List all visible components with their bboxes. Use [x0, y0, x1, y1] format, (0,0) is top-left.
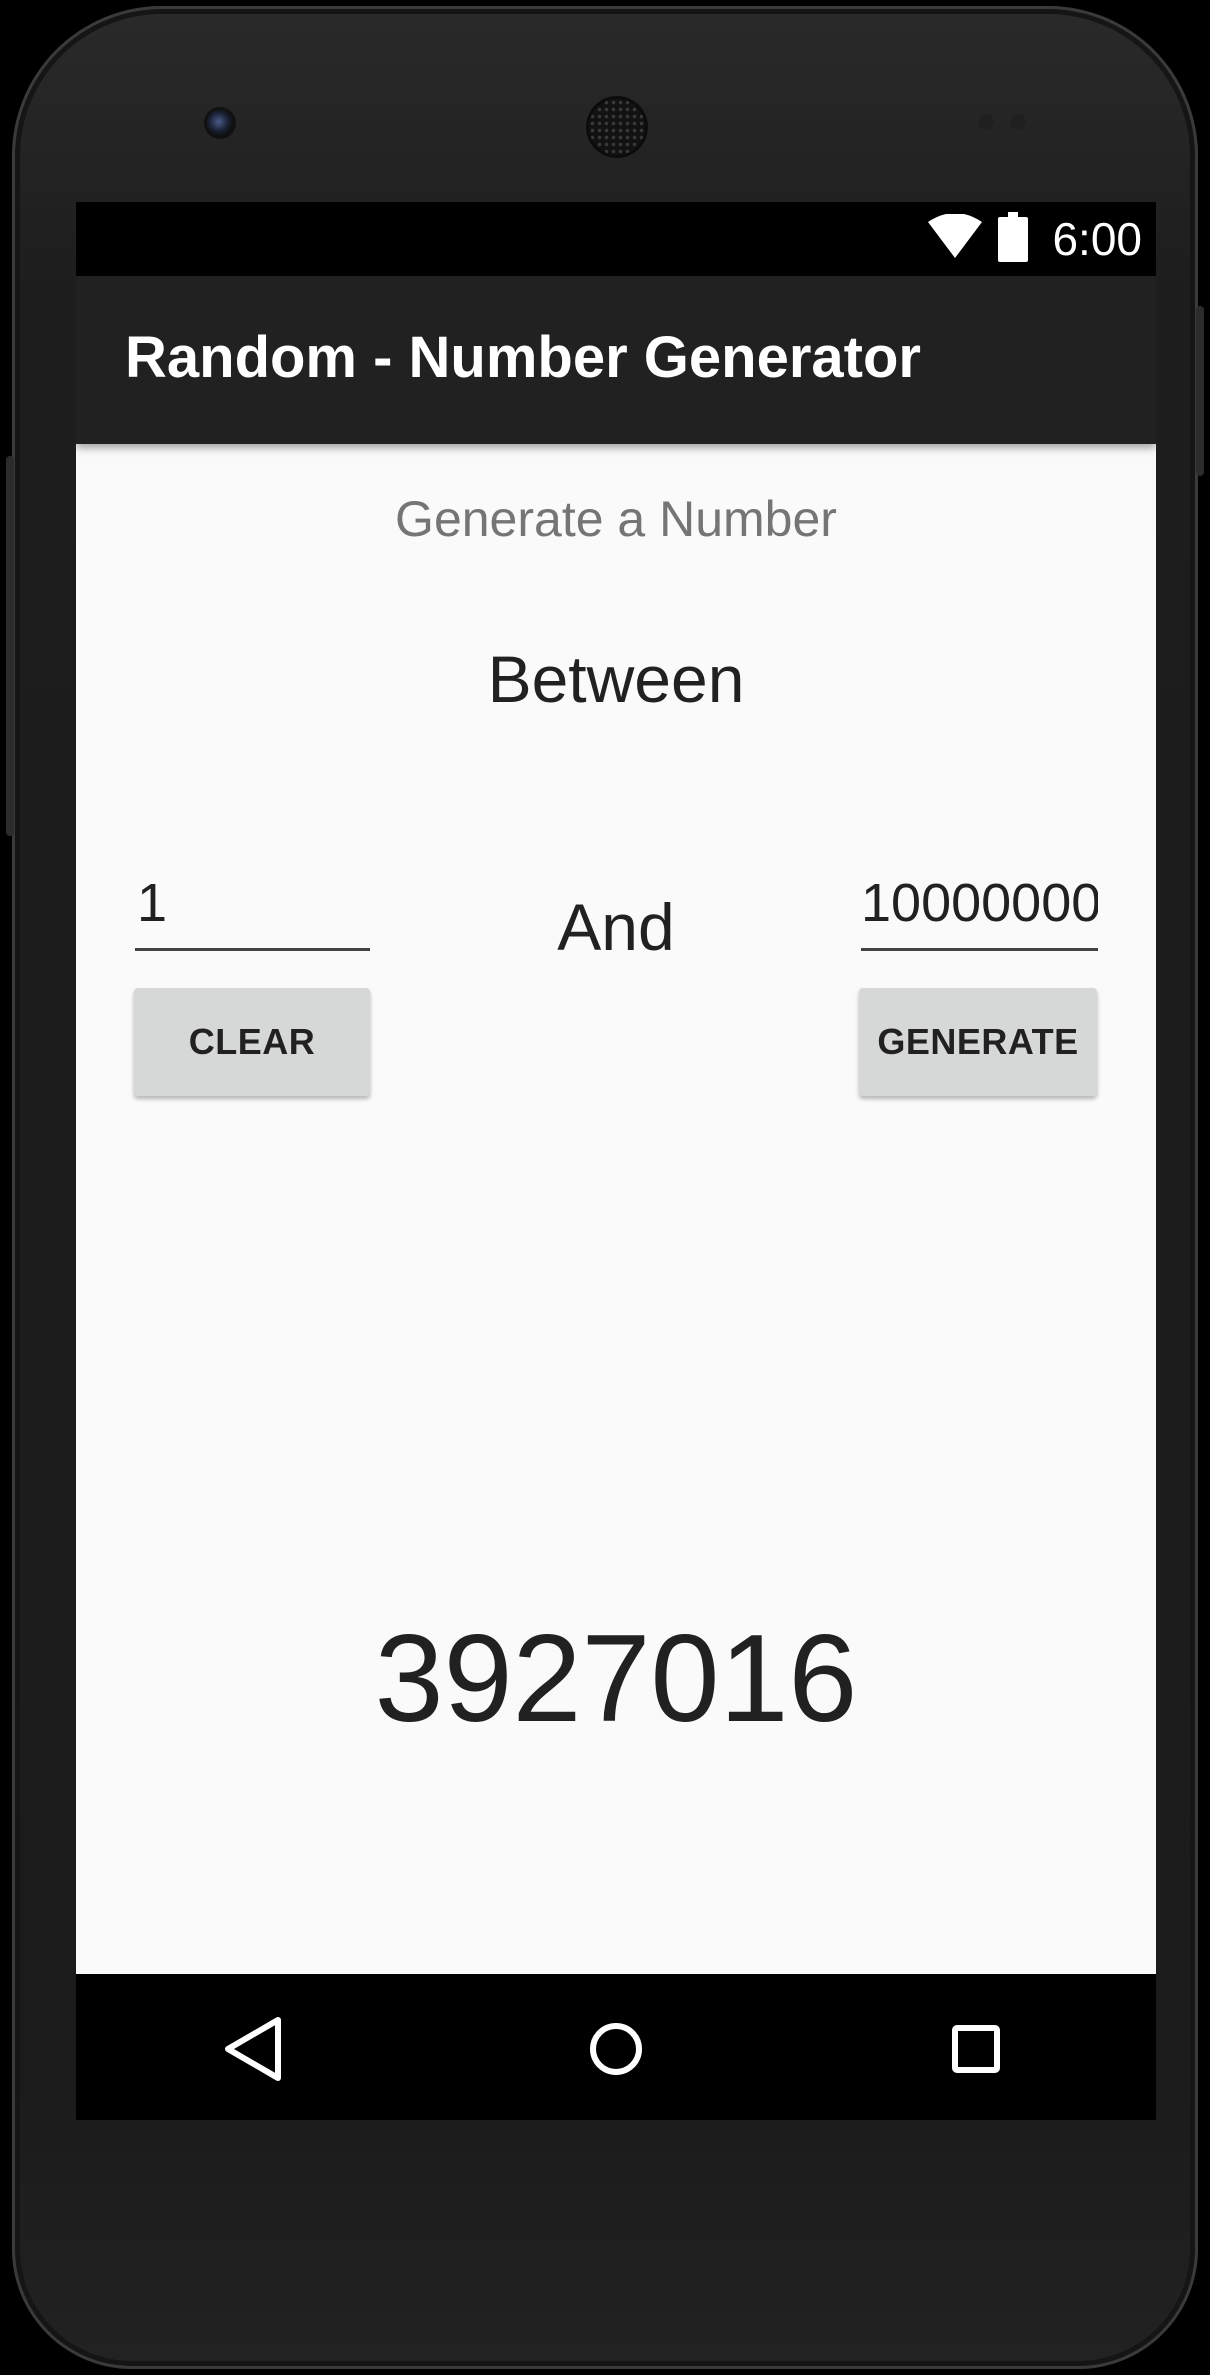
max-number-field[interactable]	[861, 868, 1098, 951]
status-bar: 6:00	[76, 202, 1156, 276]
battery-icon	[998, 212, 1028, 262]
volume-button	[6, 456, 14, 836]
max-number-input[interactable]	[861, 868, 1098, 938]
home-icon[interactable]	[571, 2004, 661, 2094]
screen: 6:00 Random - Number Generator Generate …	[76, 202, 1156, 2120]
app-bar: Random - Number Generator	[76, 276, 1156, 444]
and-label: And	[557, 890, 675, 964]
back-icon[interactable]	[208, 2004, 298, 2094]
phone-frame: 6:00 Random - Number Generator Generate …	[6, 6, 1204, 2369]
front-camera	[207, 110, 233, 136]
min-number-field[interactable]	[135, 868, 372, 951]
app-title: Random - Number Generator	[125, 325, 921, 390]
navigation-bar	[76, 1974, 1156, 2120]
clear-button[interactable]: CLEAR	[134, 988, 370, 1096]
generate-button[interactable]: GENERATE	[859, 988, 1097, 1096]
status-time: 6:00	[1052, 213, 1142, 265]
heading: Generate a Number	[395, 491, 837, 547]
light-sensor	[1010, 114, 1026, 130]
proximity-sensor	[978, 114, 994, 130]
min-number-input[interactable]	[135, 868, 372, 938]
earpiece-speaker	[589, 99, 645, 155]
wifi-icon	[928, 214, 982, 258]
main-content: Generate a Number Between And CLEAR GENE…	[76, 444, 1156, 1974]
between-label: Between	[487, 642, 745, 716]
recents-icon[interactable]	[931, 2004, 1021, 2094]
power-button	[1196, 306, 1204, 476]
result-number: 3927016	[374, 1610, 858, 1748]
